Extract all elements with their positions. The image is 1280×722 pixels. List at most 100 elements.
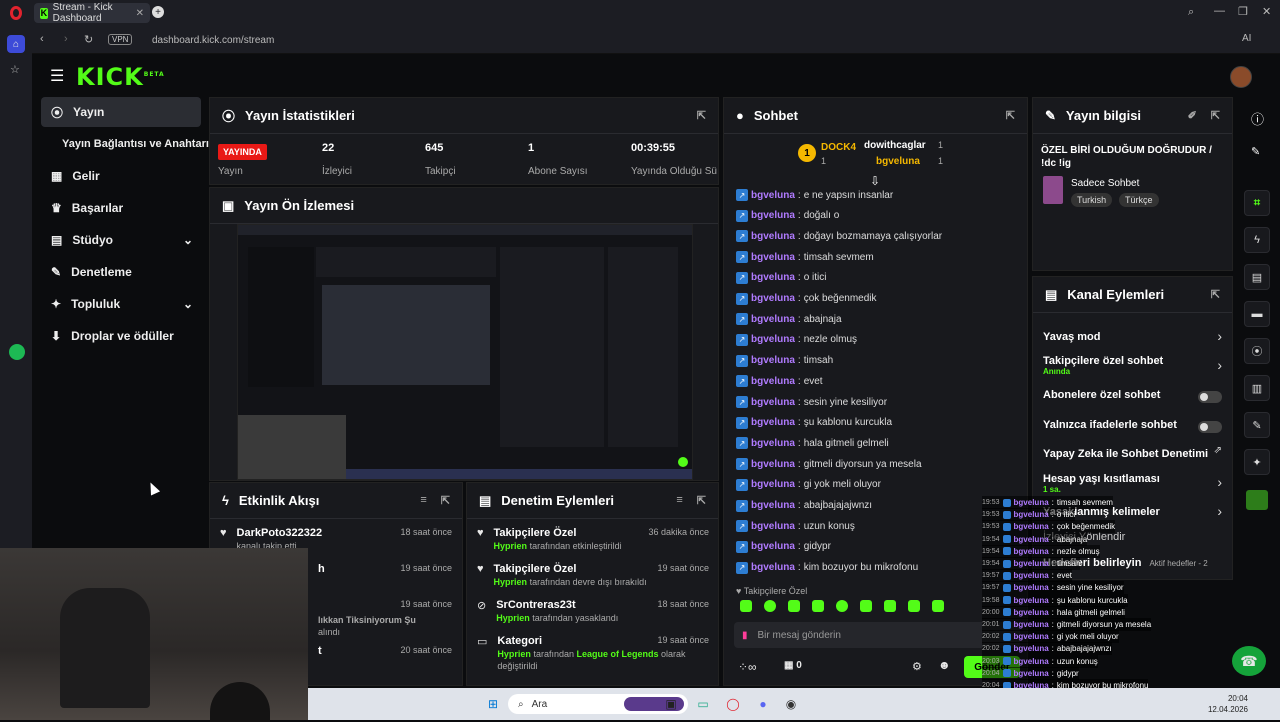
chat-username[interactable]: bgveluna — [751, 562, 795, 573]
popout-icon[interactable]: ⇱ — [697, 109, 706, 122]
emoji-icon[interactable]: ☻ — [938, 658, 951, 672]
emote-only-toggle[interactable] — [1198, 421, 1222, 433]
minimize-icon[interactable]: — — [1214, 5, 1225, 17]
sidebar-item-studyo[interactable]: ▤ Stüdyo ⌄ — [41, 225, 201, 255]
chat-username[interactable]: bgveluna — [751, 438, 795, 449]
popout-icon[interactable]: ⇱ — [697, 494, 706, 507]
wrench-icon[interactable]: ✎ — [1244, 412, 1270, 438]
account-age-row[interactable]: Hesap yaşı kısıtlaması 1 sa. — [1043, 473, 1223, 494]
popout-icon[interactable]: ⇱ — [441, 494, 450, 507]
popout-icon[interactable]: ⇱ — [1006, 109, 1015, 122]
vpn-badge[interactable]: VPN — [108, 34, 133, 45]
chevron-right-icon[interactable]: › — [1217, 474, 1222, 490]
community-icon[interactable]: ✦ — [1244, 449, 1270, 475]
chat-username[interactable]: bgveluna — [751, 479, 795, 490]
url-field[interactable]: dashboard.kick.com/stream — [152, 30, 1202, 50]
taskbar-search[interactable]: ⌕ Ara — [508, 694, 688, 714]
emote-picker-icon[interactable]: ⁘∞ — [738, 660, 757, 674]
chat-username[interactable]: bgveluna — [751, 500, 795, 511]
chevron-right-icon[interactable]: › — [1217, 503, 1222, 519]
chat-username[interactable]: bgveluna — [751, 314, 795, 325]
clip-icon[interactable]: ⌗ — [1244, 190, 1270, 216]
gift-count[interactable]: ▦ 0 — [784, 660, 802, 671]
kick-logo[interactable]: KICKBETA — [76, 63, 165, 91]
sidebar-item-topluluk[interactable]: ✦ Topluluk ⌄ — [41, 289, 201, 319]
chevron-right-icon[interactable]: › — [1217, 357, 1222, 373]
category-name[interactable]: Sadece Sohbet — [1071, 178, 1139, 189]
explorer-icon[interactable]: ▭ — [694, 695, 712, 713]
chat-username[interactable]: bgveluna — [751, 190, 795, 201]
chat-username[interactable]: bgveluna — [751, 231, 795, 242]
info-icon[interactable]: ⓘ — [1251, 109, 1264, 128]
chat-input[interactable]: ▮ Bir mesaj gönderin — [734, 622, 1020, 648]
preview-icon: ▣ — [222, 197, 235, 213]
chat-icon[interactable]: ▬ — [1244, 301, 1270, 327]
chat-username[interactable]: bgveluna — [751, 252, 795, 263]
chat-username[interactable]: bgveluna — [751, 272, 795, 283]
popout-icon[interactable]: ⇱ — [1211, 288, 1220, 301]
sidebar-item-droplar[interactable]: ⬇ Droplar ve ödüller — [41, 321, 201, 351]
followers-only-row[interactable]: Takipçilere özel sohbet Anında — [1043, 355, 1223, 376]
settings-icon[interactable]: ⚙ — [912, 660, 922, 673]
avatar[interactable] — [1230, 66, 1252, 88]
opera-logo-icon[interactable] — [10, 6, 22, 20]
sidebar-item-yayin[interactable]: ⦿ Yayın — [41, 97, 201, 127]
chat-username[interactable]: bgveluna — [751, 521, 795, 532]
chevron-right-icon[interactable]: › — [1217, 328, 1222, 344]
chat-username[interactable]: bgveluna — [751, 459, 795, 470]
chat-username[interactable]: bgveluna — [751, 293, 795, 304]
overlay-message: o itici — [1056, 510, 1076, 520]
task-view-icon[interactable]: ▣ — [662, 695, 680, 713]
opera-taskbar-icon[interactable]: ◯ — [724, 695, 742, 713]
search-tabs-icon[interactable]: ⌕ — [1188, 6, 1194, 19]
ai-icon[interactable]: AI — [1242, 33, 1251, 44]
chat-username[interactable]: bgveluna — [751, 376, 795, 387]
chat-username[interactable]: bgveluna — [751, 397, 795, 408]
vip-badge-icon — [1002, 632, 1011, 641]
chat-username[interactable]: bgveluna — [751, 417, 795, 428]
home-icon[interactable]: ⌂ — [7, 35, 25, 53]
layout-icon[interactable]: ▥ — [1244, 375, 1270, 401]
filter-icon[interactable]: ≡ — [420, 494, 426, 507]
support-button[interactable]: ☎ — [1232, 646, 1266, 676]
emote-bar[interactable] — [740, 600, 1010, 616]
sidebar-item-basarilar[interactable]: ♛ Başarılar — [41, 193, 201, 223]
slow-mode-row[interactable]: Yavaş mod — [1043, 331, 1223, 343]
close-tab-icon[interactable]: ✕ — [136, 8, 144, 19]
expand-icon[interactable]: ⇩ — [870, 174, 880, 188]
microphone-icon[interactable]: ▮ — [742, 630, 748, 641]
maximize-icon[interactable]: ❐ — [1238, 5, 1248, 18]
broadcast-icon[interactable]: ⦿ — [1244, 338, 1270, 364]
forward-icon[interactable]: › — [64, 33, 68, 45]
document-icon[interactable]: ▤ — [1244, 264, 1270, 290]
close-window-icon[interactable]: ✕ — [1262, 5, 1271, 18]
edit-icon[interactable]: ✐ — [1188, 109, 1197, 122]
hamburger-menu-icon[interactable]: ☰ — [50, 66, 64, 86]
star-icon[interactable]: ☆ — [10, 63, 20, 76]
subs-only-toggle[interactable] — [1198, 391, 1222, 403]
back-icon[interactable]: ‹ — [40, 33, 44, 45]
external-link-icon[interactable]: ⇗ — [1214, 445, 1222, 456]
lightning-icon[interactable]: ϟ — [1244, 227, 1270, 253]
chat-username[interactable]: bgveluna — [751, 210, 795, 221]
sidebar-item-stream-key[interactable]: Yayın Bağlantısı ve Anahtarı — [52, 129, 227, 159]
chat-username[interactable]: bgveluna — [751, 334, 795, 345]
chat-message: ↗ bgveluna: evet — [736, 374, 823, 388]
new-tab-icon[interactable]: + — [152, 6, 164, 18]
reload-icon[interactable]: ↻ — [84, 33, 93, 46]
preview-video[interactable] — [237, 224, 693, 480]
add-widget-icon[interactable] — [1246, 490, 1268, 510]
windows-start-icon[interactable]: ⊞ — [484, 695, 502, 713]
spotify-icon[interactable] — [9, 344, 25, 360]
obs-icon[interactable]: ◉ — [782, 695, 800, 713]
edit-icon[interactable]: ✎ — [1251, 145, 1260, 158]
chat-username[interactable]: bgveluna — [751, 541, 795, 552]
sidebar-item-gelir[interactable]: ▦ Gelir — [41, 161, 201, 191]
discord-icon[interactable]: ● — [754, 695, 772, 713]
sidebar-item-denetleme[interactable]: ✎ Denetleme — [41, 257, 201, 287]
popout-icon[interactable]: ⇱ — [1211, 109, 1220, 122]
chat-username[interactable]: bgveluna — [751, 355, 795, 366]
browser-tab[interactable]: K Stream - Kick Dashboard ✕ — [34, 2, 150, 24]
filter-icon[interactable]: ≡ — [676, 494, 682, 507]
overlay-chat-line: 19:54 bgveluna: timsah — [982, 557, 1081, 570]
